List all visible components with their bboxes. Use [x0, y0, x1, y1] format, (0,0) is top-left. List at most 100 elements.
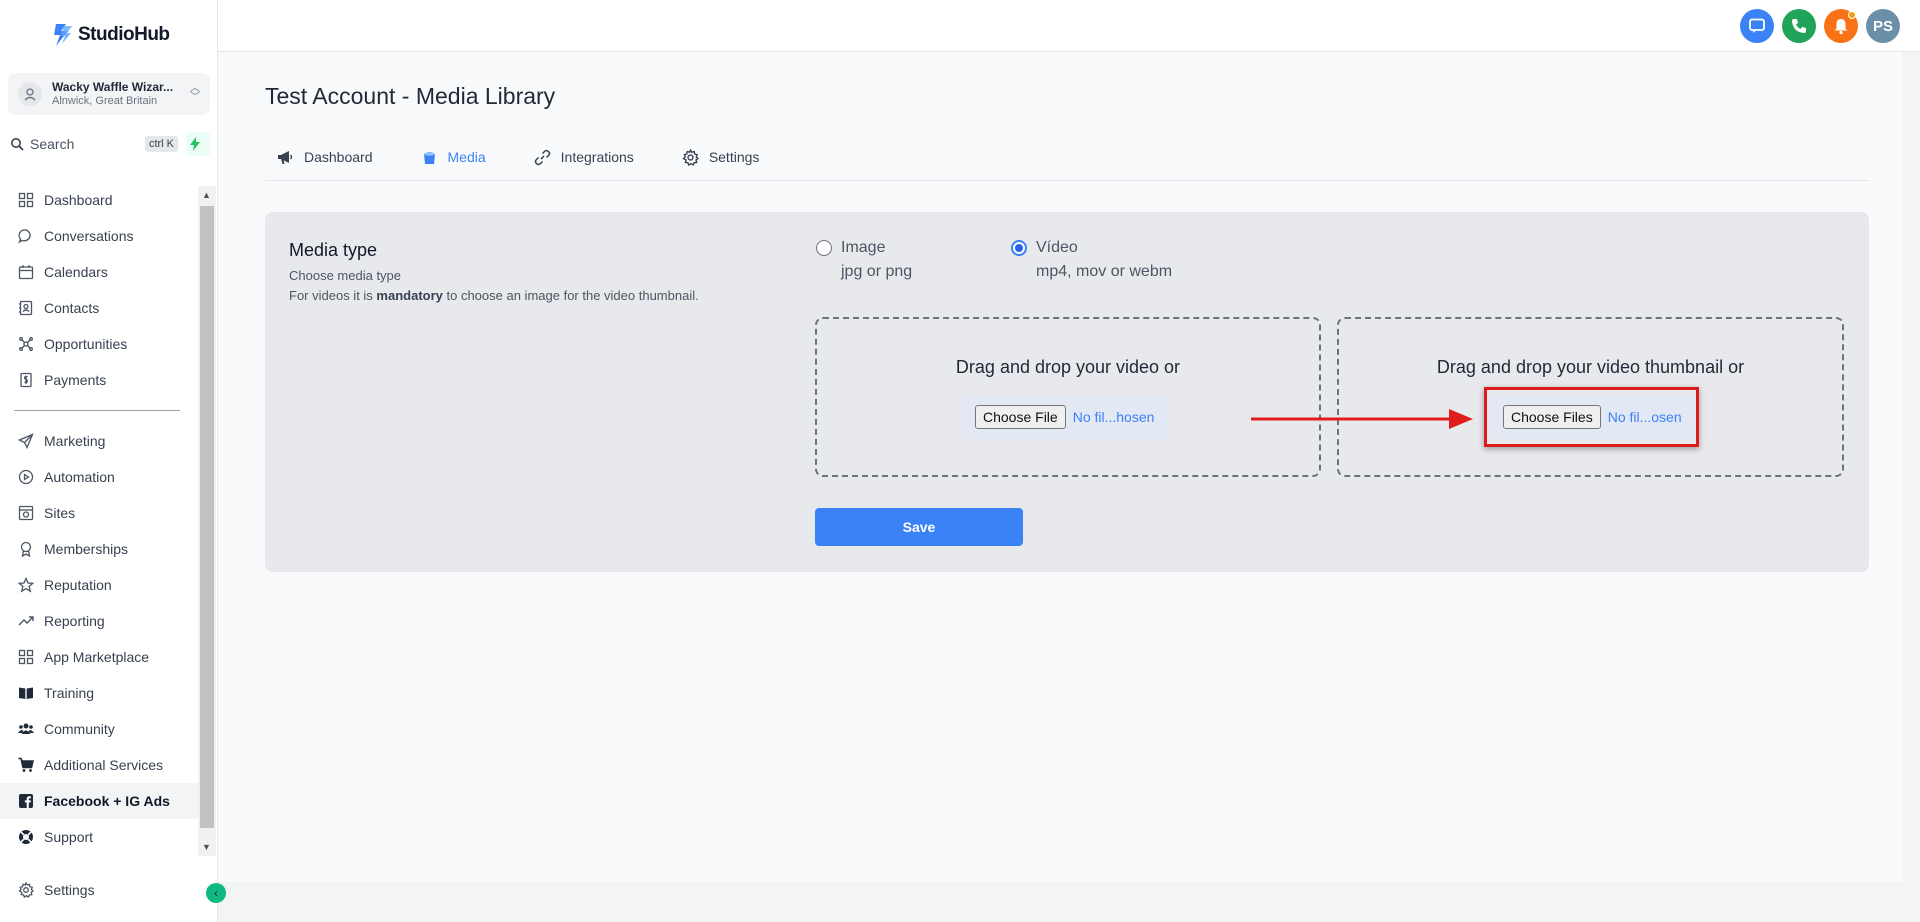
- scroll-down-icon[interactable]: ▼: [202, 842, 211, 852]
- trend-icon: [18, 616, 34, 626]
- app-name: StudioHub: [78, 24, 170, 45]
- video-dropzone[interactable]: Drag and drop your video or Choose File …: [815, 317, 1321, 477]
- video-file-input[interactable]: Choose File No fil...hosen: [963, 395, 1169, 439]
- radio-video-label: Vídeo: [1036, 239, 1078, 256]
- thumbnail-dropzone[interactable]: Drag and drop your video thumbnail or Ch…: [1337, 317, 1844, 477]
- sidebar-item-training[interactable]: Training: [0, 675, 198, 711]
- book-icon: [19, 687, 33, 699]
- sidebar-item-conversations[interactable]: Conversations: [0, 218, 198, 254]
- calendar-icon: [18, 265, 34, 280]
- sidebar-item-reputation[interactable]: Reputation: [0, 567, 198, 603]
- user-avatar[interactable]: PS: [1866, 9, 1900, 43]
- sidebar-item-opportunities[interactable]: Opportunities: [0, 326, 198, 362]
- media-type-title: Media type: [289, 240, 378, 260]
- lightning-icon: [190, 137, 200, 151]
- radio-video[interactable]: [1011, 240, 1027, 256]
- radio-video-option[interactable]: Vídeo mp4, mov or webm: [1011, 239, 1172, 281]
- chevron-left-icon: ‹: [214, 886, 218, 900]
- lifebuoy-icon: [19, 830, 33, 844]
- choose-video-file-button[interactable]: Choose File: [975, 405, 1066, 429]
- sidebar-item-label: Settings: [44, 882, 95, 898]
- sidebar-item-label: Facebook + IG Ads: [44, 793, 170, 809]
- sidebar-item-sites[interactable]: Sites: [0, 495, 198, 531]
- main-content: Test Account - Media Library Dashboard M…: [218, 52, 1902, 882]
- radio-image[interactable]: [816, 240, 832, 256]
- sidebar-item-label: Memberships: [44, 541, 129, 557]
- sidebar-item-label: Training: [44, 685, 95, 701]
- tab-integrations[interactable]: Integrations: [522, 143, 634, 171]
- radio-image-option[interactable]: Image jpg or png: [816, 239, 912, 281]
- sidebar-item-reporting[interactable]: Reporting: [0, 603, 198, 639]
- tab-media[interactable]: Media: [409, 143, 486, 171]
- sidebar-item-support[interactable]: Support: [0, 819, 198, 855]
- radio-video-text: Vídeo mp4, mov or webm: [1036, 239, 1172, 281]
- highlight-box: [1484, 387, 1699, 447]
- apps-icon: [18, 649, 34, 665]
- sidebar-item-label: Sites: [44, 505, 76, 521]
- tab-settings[interactable]: Settings: [670, 143, 759, 171]
- sidebar-item-label: Reputation: [44, 577, 112, 593]
- sidebar-nav: Dashboard Conversations Calendars Contac…: [0, 182, 198, 855]
- sidebar-item-label: Calendars: [44, 264, 108, 280]
- sidebar-item-memberships[interactable]: Memberships: [0, 531, 198, 567]
- sidebar-item-label: Additional Services: [44, 757, 164, 773]
- notifications-button[interactable]: [1824, 9, 1858, 43]
- sidebar-item-facebook-ig-ads[interactable]: Facebook + IG Ads: [0, 783, 198, 819]
- sidebar-item-label: Opportunities: [44, 336, 128, 352]
- gear-icon: [682, 148, 699, 166]
- collapse-sidebar-button[interactable]: ‹: [206, 883, 226, 903]
- bucket-icon: [423, 151, 435, 164]
- sidebar-item-marketing[interactable]: Marketing: [0, 423, 198, 459]
- media-type-desc-line1: Choose media type: [289, 268, 402, 283]
- video-file-status: No fil...hosen: [1072, 409, 1155, 425]
- radio-image-label: Image: [841, 239, 886, 256]
- search-label: Search: [30, 136, 75, 152]
- automation-icon: [18, 469, 34, 485]
- quick-action-button[interactable]: [186, 132, 210, 156]
- sidebar-divider: [14, 410, 180, 411]
- opportunities-icon: [19, 337, 33, 351]
- tab-dashboard[interactable]: Dashboard: [265, 143, 373, 171]
- chat-button[interactable]: [1740, 9, 1774, 43]
- desc-post: to choose an image for the video thumbna…: [442, 288, 699, 303]
- radio-image-text: Image jpg or png: [841, 239, 912, 281]
- sidebar-scrollbar[interactable]: ▲ ▼: [198, 186, 216, 856]
- tab-bar: Dashboard Media Integrations Settings: [265, 143, 1869, 181]
- sidebar-item-dashboard[interactable]: Dashboard: [0, 182, 198, 218]
- sidebar-settings-row[interactable]: Settings: [0, 872, 198, 908]
- sidebar-item-contacts[interactable]: Contacts: [0, 290, 198, 326]
- sidebar-item-label: Automation: [44, 469, 115, 485]
- chat-bubble-icon: [18, 229, 31, 244]
- search-bar[interactable]: Search ctrl K: [10, 132, 210, 156]
- sidebar-item-automation[interactable]: Automation: [0, 459, 198, 495]
- radio-image-sub: jpg or png: [841, 263, 913, 280]
- bell-icon: [1834, 19, 1848, 35]
- sidebar-item-additional-services[interactable]: Additional Services: [0, 747, 198, 783]
- sidebar-item-community[interactable]: Community: [0, 711, 198, 747]
- phone-button[interactable]: [1782, 9, 1816, 43]
- app-logo[interactable]: StudioHub: [52, 22, 170, 48]
- link-icon: [534, 149, 550, 165]
- save-button[interactable]: Save: [815, 508, 1023, 546]
- gear-icon: [18, 882, 34, 898]
- scroll-thumb[interactable]: [200, 206, 214, 828]
- tab-label: Integrations: [560, 149, 634, 165]
- video-dropzone-prompt: Drag and drop your video or: [955, 357, 1181, 377]
- account-switcher[interactable]: Wacky Waffle Wizar... Alnwick, Great Bri…: [8, 73, 210, 115]
- scroll-up-icon[interactable]: ▲: [202, 190, 211, 200]
- tab-label: Dashboard: [304, 149, 373, 165]
- cart-icon: [18, 757, 34, 772]
- sidebar-item-app-marketplace[interactable]: App Marketplace: [0, 639, 198, 675]
- sidebar-item-label: Payments: [44, 372, 107, 388]
- star-icon: [18, 577, 34, 593]
- sidebar-item-label: Support: [44, 829, 94, 845]
- sidebar-item-settings[interactable]: Settings: [0, 872, 198, 908]
- sidebar-item-calendars[interactable]: Calendars: [0, 254, 198, 290]
- grid-icon: [18, 192, 34, 208]
- sidebar-item-payments[interactable]: Payments: [0, 362, 198, 398]
- search-shortcut: ctrl K: [144, 136, 178, 152]
- sidebar: StudioHub Wacky Waffle Wizar... Alnwick,…: [0, 0, 226, 922]
- avatar-initials: PS: [1872, 17, 1893, 35]
- desc-pre: For videos it is: [289, 288, 377, 303]
- page-title: Test Account - Media Library: [265, 83, 556, 109]
